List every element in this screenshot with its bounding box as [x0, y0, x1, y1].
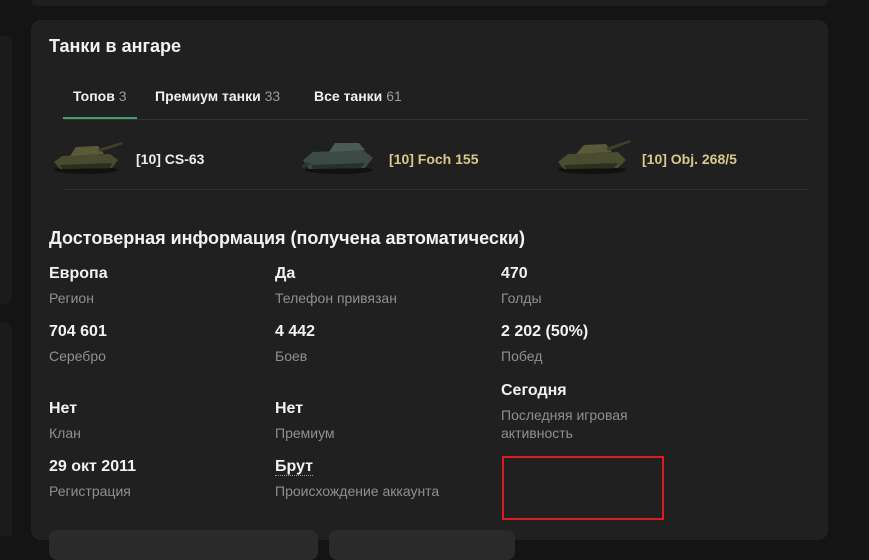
account-card: Танки в ангаре Топов 3 Премиум танки 33 … — [31, 20, 828, 560]
tank-list: [10] CS-63 [10] Foch 155 [10] Obj. 268/5 — [48, 124, 808, 190]
action-button-left[interactable] — [49, 530, 318, 560]
tab-label: Все танки — [314, 88, 383, 104]
tab-all[interactable]: Все танки 61 — [314, 88, 402, 104]
highlight-frame — [502, 456, 664, 520]
hangar-tabs: Топов 3 Премиум танки 33 Все танки 61 — [63, 80, 808, 120]
info-premium: Нет Премиум — [275, 400, 335, 442]
info-label: Регистрация — [49, 483, 131, 499]
tab-top[interactable]: Топов 3 — [73, 88, 127, 104]
info-registration: 29 окт 2011 Регистрация — [49, 458, 136, 500]
info-battles: 4 442 Боев — [275, 323, 315, 365]
info-value: 470 — [501, 265, 528, 282]
tab-label: Топов — [73, 88, 115, 104]
info-clan: Нет Клан — [49, 400, 81, 442]
info-value: Европа — [49, 265, 108, 282]
tabs-divider — [63, 119, 808, 120]
info-region: Европа Регион — [49, 265, 108, 307]
info-label: Боев — [275, 348, 308, 364]
tank-name: [10] Obj. 268/5 — [642, 151, 737, 167]
info-label: Происхождение аккаунта — [275, 483, 440, 499]
info-value: Сегодня — [501, 382, 567, 399]
tab-active-indicator — [63, 117, 137, 119]
tank-item[interactable]: [10] Foch 155 — [299, 124, 529, 188]
info-phone: Да Телефон привязан — [275, 265, 397, 307]
info-value: 704 601 — [49, 323, 107, 340]
tank-image — [54, 142, 123, 174]
info-gold: 470 Голды — [501, 265, 542, 307]
info-value: Нет — [275, 400, 304, 417]
info-label: Последняя игровая активность — [501, 407, 628, 441]
tank-item[interactable]: [10] CS-63 — [48, 124, 278, 188]
info-label: Регион — [49, 290, 94, 306]
left-panel-edge — [0, 36, 12, 304]
tank-image — [301, 143, 373, 174]
hangar-title: Танки в ангаре — [49, 36, 181, 56]
info-label: Премиум — [275, 425, 335, 441]
info-value: 4 442 — [275, 323, 316, 340]
info-title: Достоверная информация (получена автомат… — [49, 228, 525, 248]
info-wins: 2 202 (50%) Побед — [501, 323, 588, 365]
info-value: 29 окт 2011 — [49, 458, 137, 475]
tank-name: [10] CS-63 — [136, 151, 205, 167]
tank-item[interactable]: [10] Obj. 268/5 — [552, 124, 802, 188]
info-label: Телефон привязан — [275, 290, 397, 306]
left-panel-edge-lower — [0, 322, 12, 536]
info-value: Да — [275, 265, 296, 282]
tab-count: 61 — [386, 88, 402, 104]
info-label: Клан — [49, 425, 81, 441]
tab-count: 33 — [264, 88, 281, 104]
info-value: Нет — [49, 400, 78, 417]
top-panel-edge — [31, 0, 828, 6]
info-label: Серебро — [49, 348, 106, 364]
action-button-right[interactable] — [329, 530, 515, 560]
tab-label: Премиум танки — [155, 88, 261, 104]
info-label: Голды — [501, 290, 542, 306]
info-silver: 704 601 Серебро — [49, 323, 107, 365]
info-origin: Брут Происхождение аккаунта — [275, 458, 439, 500]
info-last-activity: Сегодня Последняя игровая активность — [501, 382, 661, 442]
info-label: Побед — [501, 348, 543, 364]
tab-premium[interactable]: Премиум танки 33 — [155, 88, 280, 104]
info-value[interactable]: Брут — [275, 458, 313, 476]
info-value: 2 202 (50%) — [501, 323, 589, 340]
tank-image — [558, 140, 631, 174]
tab-count: 3 — [118, 88, 127, 104]
tank-name: [10] Foch 155 — [389, 151, 479, 167]
tank-list-divider — [63, 189, 808, 190]
